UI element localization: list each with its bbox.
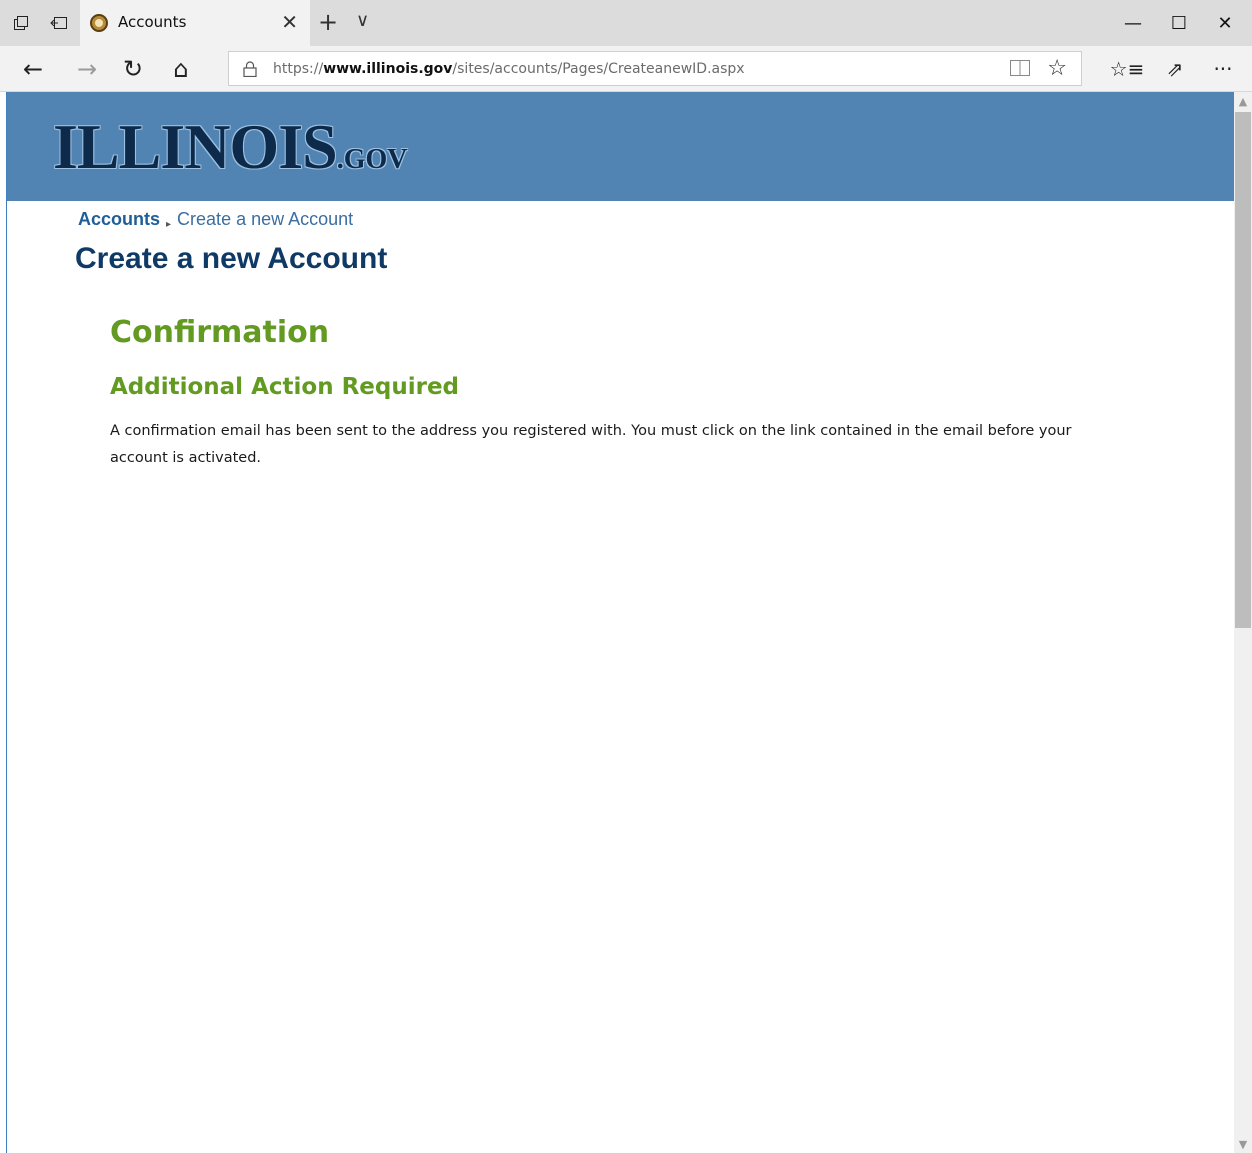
illinois-gov-logo[interactable]: ILLINOIS.GOV xyxy=(53,114,407,180)
minimize-button[interactable]: — xyxy=(1110,8,1156,38)
page-title: Create a new Account xyxy=(75,242,388,275)
url-domain: www.illinois.gov xyxy=(323,61,453,77)
browser-titlebar: Accounts ✕ + ∨ — ☐ ✕ xyxy=(0,0,1252,46)
confirmation-heading: Confirmation xyxy=(110,315,330,350)
more-menu-icon[interactable]: ··· xyxy=(1206,54,1240,84)
tab-title: Accounts xyxy=(118,13,187,31)
close-window-button[interactable]: ✕ xyxy=(1202,8,1248,38)
scroll-down-arrow-icon[interactable]: ▼ xyxy=(1234,1135,1252,1153)
browser-navbar: ← → ↻ ⌂ https://www.illinois.gov/sites/a… xyxy=(0,46,1252,92)
tab-list-chevron-icon[interactable]: ∨ xyxy=(356,10,369,31)
add-favorite-star-icon[interactable]: ☆ xyxy=(1047,56,1067,81)
breadcrumb-accounts-link[interactable]: Accounts xyxy=(78,209,160,229)
forward-button[interactable]: → xyxy=(70,54,104,84)
breadcrumb-separator-icon: ▸ xyxy=(166,219,172,230)
confirmation-message: A confirmation email has been sent to th… xyxy=(110,423,1072,466)
home-button[interactable]: ⌂ xyxy=(164,54,198,84)
scroll-up-arrow-icon[interactable]: ▲ xyxy=(1234,92,1252,110)
illinois-seal-icon xyxy=(90,14,108,32)
new-tab-icon[interactable]: + xyxy=(318,8,338,36)
url-path: /sites/accounts/Pages/CreateanewID.aspx xyxy=(452,61,745,77)
address-bar[interactable]: https://www.illinois.gov/sites/accounts/… xyxy=(228,51,1082,86)
url-scheme: https:// xyxy=(273,61,324,77)
page-viewport: ILLINOIS.GOV Accounts ▸ Create a new Accou… xyxy=(6,92,1234,1153)
logo-gov-text: .GOV xyxy=(336,144,408,175)
logo-main-text: ILLINOIS xyxy=(53,111,338,182)
breadcrumb-current: Create a new Account xyxy=(177,209,354,229)
tab-accounts[interactable]: Accounts ✕ xyxy=(80,0,310,46)
set-aside-icon[interactable] xyxy=(44,9,74,37)
site-header: ILLINOIS.GOV xyxy=(7,92,1234,201)
share-icon[interactable]: ⇗ xyxy=(1158,54,1192,84)
tab-close-icon[interactable]: ✕ xyxy=(281,10,298,34)
url-text[interactable]: https://www.illinois.gov/sites/accounts/… xyxy=(273,61,745,77)
back-button[interactable]: ← xyxy=(16,54,50,84)
maximize-button[interactable]: ☐ xyxy=(1156,8,1202,38)
vertical-scrollbar[interactable]: ▲ ▼ xyxy=(1234,92,1252,1153)
scroll-thumb[interactable] xyxy=(1235,112,1251,628)
lock-icon xyxy=(243,61,257,77)
tabs-aside-icon[interactable] xyxy=(6,9,36,37)
action-required-heading: Additional Action Required xyxy=(110,374,460,400)
refresh-button[interactable]: ↻ xyxy=(116,54,150,84)
favorites-list-icon[interactable]: ☆≡ xyxy=(1110,54,1145,84)
reading-view-icon[interactable] xyxy=(1009,58,1031,82)
breadcrumb: Accounts ▸ Create a new Account xyxy=(78,209,353,230)
